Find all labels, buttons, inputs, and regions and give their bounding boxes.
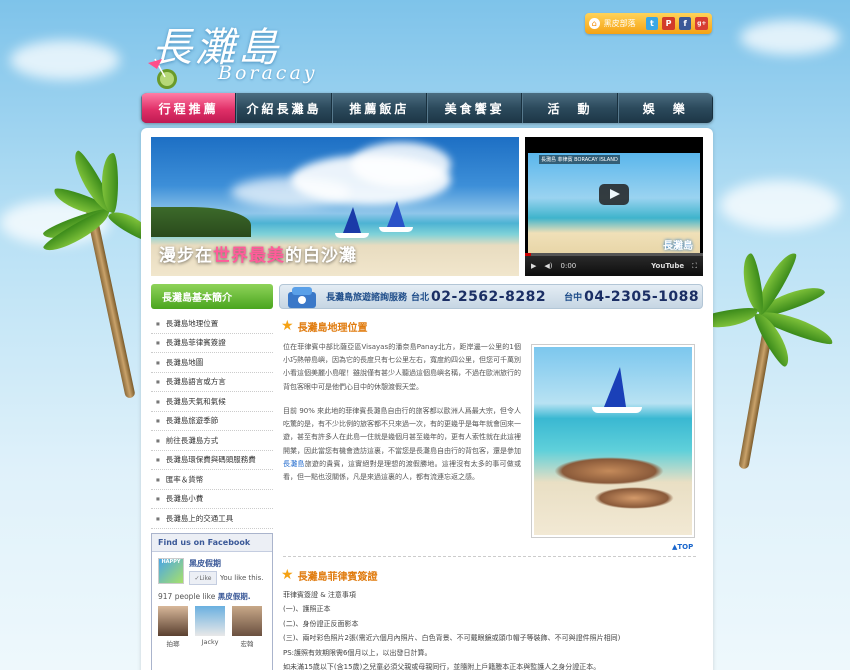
play-small-icon[interactable]: ▶ xyxy=(531,262,536,270)
facebook-widget: Find us on Facebook HAPPY 黑皮假期 ✓ Like Yo… xyxy=(151,533,273,670)
sidebar-item-tipping[interactable]: 長灘島小費 xyxy=(151,490,273,509)
palm-tree-right xyxy=(697,220,850,470)
facebook-fan[interactable]: 宏翰 xyxy=(232,606,262,648)
hero-banner[interactable]: 漫步在世界最美的白沙灘 xyxy=(151,137,519,276)
facebook-fan[interactable]: Jacky xyxy=(195,606,225,648)
sidebar-item-weather[interactable]: 長灘島天氣和氣候 xyxy=(151,392,273,412)
twitter-icon[interactable]: t xyxy=(645,17,659,30)
visa-line: 如未滿15歲以下(含15歲)之兒童必須父親或母親同行，並隨附上戶籍謄本正本與監護… xyxy=(283,663,601,670)
plurk-icon[interactable]: P xyxy=(662,17,675,30)
contact-phone-taipei[interactable]: 02-2562-8282 xyxy=(431,289,546,305)
video-time: 0:00 xyxy=(560,262,577,270)
facebook-widget-title[interactable]: Find us on Facebook xyxy=(152,534,272,552)
sidebar-item-getting-there[interactable]: 前往長灘島方式 xyxy=(151,431,273,451)
nav-item-hotels[interactable]: 推薦飯店 xyxy=(331,93,427,123)
fullscreen-icon[interactable]: ⛶ xyxy=(692,262,697,271)
youtube-logo[interactable]: YouTube xyxy=(651,262,684,270)
sidebar-item-currency[interactable]: 匯率＆貨幣 xyxy=(151,470,273,490)
nav-item-activities[interactable]: 活 動 xyxy=(522,93,618,123)
video-overlay-logo: 長灘島 xyxy=(663,241,693,252)
facebook-fan[interactable]: 拍瑯 xyxy=(158,606,188,648)
star-icon: ★ xyxy=(281,318,294,334)
sidebar-item-language[interactable]: 長灘島語言或方言 xyxy=(151,373,273,392)
facebook-page-avatar[interactable]: HAPPY xyxy=(158,558,184,584)
nav-item-about[interactable]: 介紹長灘島 xyxy=(236,93,332,123)
contact-phone-taichung[interactable]: 04-2305-1088 xyxy=(584,289,699,305)
contact-city-taipei: 台北 xyxy=(411,293,430,303)
visa-line: 菲律賓簽證 & 注意事項 xyxy=(283,591,356,599)
visa-requirements: 菲律賓簽證 & 注意事項 (一)、護照正本 (二)、身份證正反面影本 (三)、兩… xyxy=(283,588,703,670)
boracay-link[interactable]: 長灘島 xyxy=(283,460,305,468)
section-title-location: ★ 長灘島地理位置 xyxy=(281,318,368,334)
main-nav: 行程推薦 介紹長灘島 推薦飯店 美食饗宴 活 動 娛 樂 xyxy=(141,93,713,123)
visa-line: PS:護照有效期限需6個月以上，以出發日計算。 xyxy=(283,648,432,657)
sidebar-item-season[interactable]: 長灘島旅遊季節 xyxy=(151,412,273,431)
facebook-like-button[interactable]: ✓ Like xyxy=(189,571,217,585)
sidebar-item-map[interactable]: 長灘島地圖 xyxy=(151,353,273,373)
coconut-drink-icon xyxy=(148,58,177,89)
sky-cloud xyxy=(740,20,840,55)
section-title-visa: ★ 長灘島菲律賓簽證 xyxy=(281,567,378,583)
section-divider xyxy=(283,556,696,557)
location-paragraph-1: 位在菲律賓中部比薩亞區Visayas的潘奈島Panay北方，距岸邊一公里的1個小… xyxy=(283,343,521,391)
visa-line: (一)、護照正本 xyxy=(283,605,331,614)
nav-item-food[interactable]: 美食饗宴 xyxy=(426,93,523,123)
sidebar-title: 長灘島基本簡介 xyxy=(151,284,273,309)
site-logo-subtitle: Boracay xyxy=(218,62,318,84)
palm-tree-left xyxy=(0,110,158,400)
visa-line: (三)、兩吋彩色照片2張(需近六個月內照片、白色背景、不可戴眼鏡或頭巾帽子等裝飾… xyxy=(283,634,621,643)
volume-icon[interactable]: ◀) xyxy=(544,262,552,270)
home-icon[interactable]: ⌂ xyxy=(589,18,600,29)
sky-cloud xyxy=(10,40,120,80)
hero-caption: 漫步在世界最美的白沙灘 xyxy=(159,246,357,266)
facebook-like-count: 917 people like 黑皮假期. xyxy=(158,592,251,601)
phone-icon xyxy=(288,287,316,308)
contact-city-taichung: 台中 xyxy=(564,293,583,303)
social-bar: ⌂ 黑皮部落 t P f g+ xyxy=(585,13,712,34)
facebook-icon[interactable]: f xyxy=(678,17,692,30)
nav-item-itinerary[interactable]: 行程推薦 xyxy=(141,93,237,123)
star-icon: ★ xyxy=(281,567,294,583)
sidebar-item-transport[interactable]: 長灘島上的交通工具 xyxy=(151,509,273,529)
sidebar-menu: 長灘島地理位置 長灘島菲律賓簽證 長灘島地圖 長灘島語言或方言 長灘島天氣和氣候… xyxy=(151,314,273,529)
contact-bar: 長灘島旅遊諮詢服務 台北 02-2562-8282 台中 04-2305-108… xyxy=(279,284,703,309)
video-controls: ▶ ◀) 0:00 YouTube ⛶ xyxy=(525,256,703,276)
sidebar-item-fees[interactable]: 長灘島環保費與碼頭服務費 xyxy=(151,451,273,470)
beach-photo xyxy=(531,344,695,538)
play-icon[interactable] xyxy=(599,184,629,205)
facebook-page-name[interactable]: 黑皮假期 xyxy=(189,558,264,569)
google-plus-icon[interactable]: g+ xyxy=(695,17,709,30)
nav-item-entertainment[interactable]: 娛 樂 xyxy=(617,93,713,123)
facebook-fan-faces: 拍瑯 Jacky 宏翰 xyxy=(152,606,272,648)
video-title[interactable]: 長灘島 菲律賓 BORACAY ISLAND xyxy=(539,155,620,164)
location-paragraph-2: 目前 90% 來此地的菲律賓長灘島自由行的旅客都以歐洲人爲最大宗，但令人吃驚的是… xyxy=(283,407,521,482)
social-bar-label[interactable]: 黑皮部落 xyxy=(604,18,636,29)
facebook-like-text: You like this. xyxy=(220,573,264,582)
sidebar-item-location[interactable]: 長灘島地理位置 xyxy=(151,314,273,334)
contact-service-label: 長灘島旅遊諮詢服務 xyxy=(326,293,408,303)
visa-line: (二)、身份證正反面影本 xyxy=(283,619,359,628)
back-to-top-link[interactable]: ▲TOP xyxy=(672,543,693,551)
video-player[interactable]: 長灘島 菲律賓 BORACAY ISLAND 長灘島 ▶ ◀) 0:00 You… xyxy=(525,137,703,276)
sidebar-item-visa[interactable]: 長灘島菲律賓簽證 xyxy=(151,334,273,353)
